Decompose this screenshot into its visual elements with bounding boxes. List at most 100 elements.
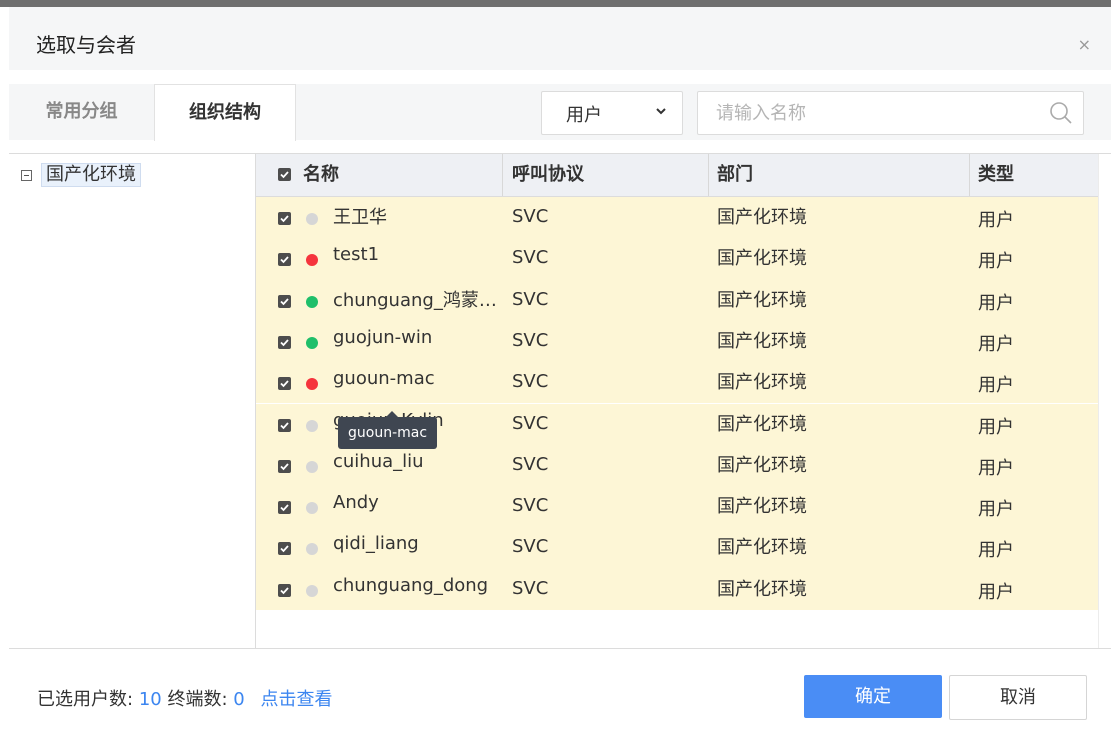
row-checkbox[interactable] [278,335,291,349]
cell-department: 国产化环境 [717,248,807,270]
row-checkbox[interactable] [278,583,291,597]
name-search-box [697,91,1084,135]
org-tree: 国产化环境 [9,154,256,648]
row-checkbox[interactable] [278,212,291,225]
dialog-footer: 已选用户数: 10 终端数: 0 点击查看 确定 取消 [9,648,1111,730]
row-checkbox[interactable] [278,542,291,556]
terminals-count: 0 [233,689,245,710]
search-input[interactable] [714,100,1038,126]
tab-common-groups[interactable]: 常用分组 [9,84,154,140]
table-row[interactable]: cuihua_liu SVC 国产化环境 用户 [256,444,1098,487]
cell-protocol: SVC [512,329,549,351]
name-tooltip: guoun-mac [338,411,438,449]
select-participants-dialog: 选取与会者 × 常用分组 组织结构 用户 国产化环境 名称 [9,7,1111,730]
terminals-count-label: 终端数: [167,689,228,710]
status-dot-icon [306,378,318,391]
participants-table: 名称 呼叫协议 部门 类型 王卫华 SVC 国产化环境 用户 test1 SVC 国产化环境… [256,154,1098,648]
row-checkbox[interactable] [278,377,291,391]
cell-protocol: SVC [512,453,549,475]
view-selected-link[interactable]: 点击查看 [260,689,332,710]
column-header-protocol[interactable]: 呼叫协议 [512,154,584,196]
cell-department: 国产化环境 [717,413,807,435]
status-dot-icon [306,295,318,308]
cell-type: 用户 [978,210,1014,231]
cell-name: guoun-mac [333,368,435,390]
cell-protocol: SVC [512,371,549,393]
dialog-title: 选取与会者 [36,33,136,57]
column-divider [969,154,970,196]
cell-type: 用户 [978,416,1014,438]
cell-type: 用户 [978,581,1014,603]
cell-type: 用户 [978,375,1014,397]
selection-summary: 已选用户数: 10 终端数: 0 点击查看 [37,685,332,711]
cell-department: 国产化环境 [717,496,807,518]
collapse-icon[interactable] [21,169,32,181]
row-checkbox[interactable] [278,294,291,308]
users-count: 10 [138,689,162,710]
cancel-button[interactable]: 取消 [949,675,1087,720]
table-row[interactable]: qidi_liang SVC 国产化环境 用户 [256,527,1098,569]
close-icon[interactable]: × [1078,35,1091,54]
cell-protocol: SVC [512,495,549,517]
select-all-checkbox[interactable] [278,168,291,181]
column-header-department[interactable]: 部门 [717,154,753,196]
table-scrollbar[interactable] [1098,154,1111,648]
window-top-bar [0,0,1111,7]
cell-protocol: SVC [512,536,549,558]
status-dot-icon [306,336,318,349]
column-divider [502,154,503,196]
table-row[interactable]: chunguang_dong SVC 国产化环境 用户 [256,568,1098,610]
cell-name: test1 [333,244,380,266]
users-count-label: 已选用户数: [37,689,134,710]
cell-type: 用户 [978,292,1014,314]
search-icon[interactable] [1049,101,1073,125]
cell-protocol: SVC [512,247,549,269]
cell-type: 用户 [978,540,1014,562]
cell-protocol: SVC [512,577,549,599]
row-checkbox[interactable] [278,501,291,515]
cell-department: 国产化环境 [717,289,807,311]
row-checkbox[interactable] [278,253,291,267]
cell-protocol: SVC [512,288,549,310]
tree-node-label[interactable]: 国产化环境 [41,163,141,187]
status-dot-icon [306,543,318,556]
tree-node-root[interactable]: 国产化环境 [21,163,141,187]
tab-org-structure[interactable]: 组织结构 [154,84,296,141]
cell-name: Andy [333,492,379,514]
cell-name: guojun-win [333,326,433,348]
status-dot-icon [306,419,318,432]
cell-name: 王卫华 [333,207,387,228]
table-row[interactable]: 王卫华 SVC 国产化环境 用户 [256,197,1098,239]
type-select-value: 用户 [566,105,602,126]
table-row[interactable]: chunguang_鸿蒙… SVC 国产化环境 用户 [256,279,1098,321]
cell-department: 国产化环境 [717,537,807,559]
status-dot-icon [306,460,318,473]
cell-type: 用户 [978,251,1014,273]
table-row[interactable]: guojun-win SVC 国产化环境 用户 [256,320,1098,363]
column-divider [708,154,709,196]
cell-department: 国产化环境 [717,454,807,476]
table-header: 名称 呼叫协议 部门 类型 [256,154,1098,197]
cell-type: 用户 [978,333,1014,355]
confirm-button[interactable]: 确定 [804,675,942,718]
table-row[interactable]: test1 SVC 国产化环境 用户 [256,238,1098,280]
status-dot-icon [306,254,318,267]
cell-protocol: SVC [512,206,549,227]
column-header-name[interactable]: 名称 [303,154,339,196]
type-select[interactable]: 用户 [541,91,683,135]
table-row[interactable]: Andy SVC 国产化环境 用户 [256,486,1098,528]
cell-name: chunguang_鸿蒙… [333,289,497,311]
column-header-type[interactable]: 类型 [978,154,1014,196]
cell-department: 国产化环境 [717,578,807,600]
status-dot-icon [306,213,318,225]
row-checkbox[interactable] [278,459,291,473]
chevron-down-icon [656,108,666,115]
cell-type: 用户 [978,499,1014,521]
status-dot-icon [306,502,318,515]
cell-type: 用户 [978,457,1014,479]
cell-name: chunguang_dong [333,574,489,596]
table-row[interactable]: guoun-mac SVC 国产化环境 用户 [256,362,1098,404]
cell-name: cuihua_liu [333,450,424,472]
cell-department: 国产化环境 [717,330,807,352]
row-checkbox[interactable] [278,418,291,432]
